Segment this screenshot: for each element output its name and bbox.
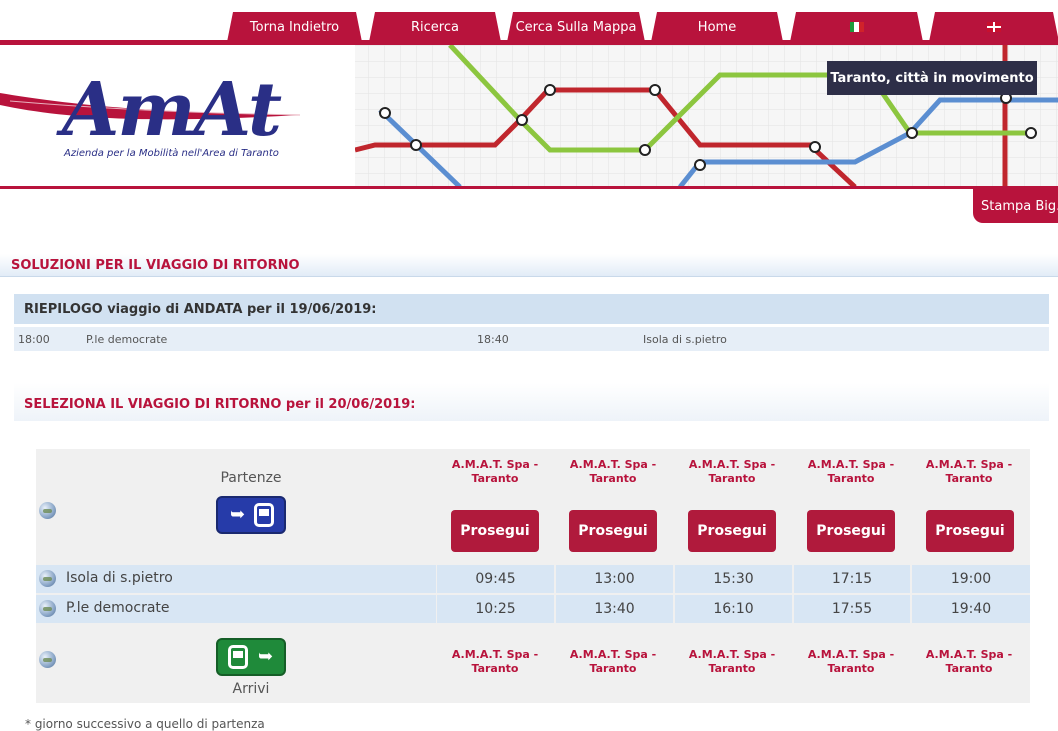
logo: AmAt — [62, 67, 282, 153]
nav-search[interactable]: Ricerca — [369, 12, 501, 42]
time-cell: 17:55 — [794, 595, 910, 623]
summary-arr-stop: Isola di s.pietro — [643, 333, 727, 346]
globe-icon[interactable] — [39, 600, 56, 617]
operator-label: A.M.A.T. Spa - Taranto — [807, 458, 895, 485]
operator-label: A.M.A.T. Spa - Taranto — [569, 648, 657, 675]
operator-label: A.M.A.T. Spa - Taranto — [451, 458, 539, 485]
summary-row: 18:00 P.le democrate 18:40 Isola di s.pi… — [14, 327, 1049, 351]
arrivals-label: Arrivi — [232, 681, 270, 697]
logo-area: AmAt Azienda per la Mobilità nell'Area d… — [0, 45, 355, 187]
banner-motto: Taranto, città in movimento — [827, 61, 1037, 95]
logo-subtitle: Azienda per la Mobilità nell'Area di Tar… — [64, 148, 279, 159]
operator-label: A.M.A.T. Spa - Taranto — [688, 458, 776, 485]
select-title: SELEZIONA IL VIAGGIO DI RITORNO per il 2… — [24, 397, 416, 412]
uk-flag-icon — [987, 22, 1001, 32]
page-title: SOLUZIONI PER IL VIAGGIO DI RITORNO — [11, 258, 300, 273]
continue-button-4[interactable]: Prosegui — [807, 510, 895, 552]
time-cell: 19:00 — [912, 565, 1030, 593]
stop-row: Isola di s.pietro — [36, 565, 436, 593]
time-cell: 10:25 — [437, 595, 554, 623]
continue-button-1[interactable]: Prosegui — [451, 510, 539, 552]
operator-label: A.M.A.T. Spa - Taranto — [925, 648, 1013, 675]
globe-icon[interactable] — [39, 502, 56, 519]
globe-icon[interactable] — [39, 570, 56, 587]
summary-arr-time: 18:40 — [477, 333, 509, 346]
continue-button-2[interactable]: Prosegui — [569, 510, 657, 552]
continue-button-5[interactable]: Prosegui — [926, 510, 1014, 552]
nav-lang-english[interactable] — [929, 12, 1058, 42]
arrival-bus-icon: ➥ — [216, 638, 286, 676]
print-button[interactable]: Stampa Big. — [973, 189, 1058, 223]
time-cell: 09:45 — [437, 565, 554, 593]
stop-name: P.le democrate — [66, 600, 170, 616]
nav-home[interactable]: Home — [651, 12, 783, 42]
time-cell: 13:00 — [556, 565, 673, 593]
italian-flag-icon — [850, 22, 864, 32]
departures-label: Partenze — [220, 470, 282, 486]
time-cell: 17:15 — [794, 565, 910, 593]
operator-label: A.M.A.T. Spa - Taranto — [925, 458, 1013, 485]
time-cell: 19:40 — [912, 595, 1030, 623]
operator-label: A.M.A.T. Spa - Taranto — [451, 648, 539, 675]
stop-row: P.le democrate — [36, 595, 436, 623]
departure-bus-icon: ➥ — [216, 496, 286, 534]
stop-name: Isola di s.pietro — [66, 570, 173, 586]
globe-icon[interactable] — [39, 651, 56, 668]
summary-dep-stop: P.le democrate — [86, 333, 168, 346]
summary-dep-time: 18:00 — [18, 333, 50, 346]
summary-title: RIEPILOGO viaggio di ANDATA per il 19/06… — [14, 294, 1049, 324]
operator-label: A.M.A.T. Spa - Taranto — [569, 458, 657, 485]
time-cell: 15:30 — [675, 565, 792, 593]
nav-lang-italian[interactable] — [790, 12, 923, 42]
time-cell: 16:10 — [675, 595, 792, 623]
outbound-summary: RIEPILOGO viaggio di ANDATA per il 19/06… — [14, 294, 1049, 352]
operator-label: A.M.A.T. Spa - Taranto — [688, 648, 776, 675]
time-cell: 13:40 — [556, 595, 673, 623]
banner-divider — [0, 186, 1058, 189]
continue-button-3[interactable]: Prosegui — [688, 510, 776, 552]
nav-map-search[interactable]: Cerca Sulla Mappa — [507, 12, 645, 42]
operator-label: A.M.A.T. Spa - Taranto — [807, 648, 895, 675]
nav-back[interactable]: Torna Indietro — [227, 12, 362, 42]
